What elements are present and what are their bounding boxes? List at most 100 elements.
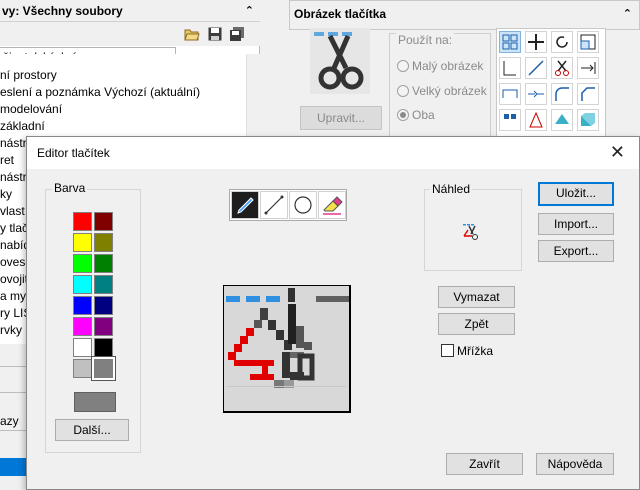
color-swatch[interactable] (73, 338, 92, 357)
grid-checkbox[interactable]: Mřížka (441, 344, 493, 358)
list-item[interactable]: základní (0, 119, 45, 133)
list-item[interactable]: modelování (0, 102, 62, 116)
radio-small-image[interactable]: Malý obrázek (397, 59, 483, 75)
color-swatch[interactable] (73, 359, 92, 378)
list-item[interactable]: vlast (0, 204, 25, 218)
line-icon[interactable] (525, 57, 547, 79)
move-icon[interactable] (525, 31, 547, 53)
footer-label: azy (0, 414, 19, 428)
radio-label: Malý obrázek (412, 59, 484, 73)
button-label: Další... (73, 423, 111, 437)
preview-image (463, 224, 478, 240)
button-label: Uložit... (555, 186, 596, 200)
divider (0, 366, 26, 367)
collapse-icon[interactable]: ⌃ (623, 7, 632, 20)
divider (0, 392, 26, 393)
color-swatch[interactable] (73, 212, 92, 231)
region-icon[interactable] (551, 109, 573, 131)
list-item[interactable]: eslení a poznámka Výchozí (aktuální) (0, 85, 200, 99)
close-icon[interactable]: ✕ (610, 143, 625, 161)
save-all-icon[interactable] (229, 26, 245, 42)
scissors-icon[interactable] (551, 57, 573, 79)
color-group-label: Barva (52, 181, 88, 195)
chamfer-icon[interactable] (577, 83, 599, 105)
panel-header: vy: Všechny soubory ⌃ (0, 0, 260, 22)
clear-button[interactable]: Vymazat (438, 286, 515, 308)
radio-icon (397, 60, 409, 72)
color-swatch[interactable] (73, 275, 92, 294)
color-swatch[interactable] (94, 254, 113, 273)
checkbox-label: Mřížka (457, 344, 493, 358)
button-label: Vymazat (453, 290, 500, 304)
checkbox-box (441, 344, 454, 357)
scale-icon[interactable] (577, 31, 599, 53)
selected-row-highlight (0, 458, 26, 476)
color-swatch[interactable] (94, 212, 113, 231)
group-label: Použít na: (396, 33, 455, 47)
button-label: Zpět (464, 317, 489, 331)
divider (0, 430, 26, 431)
button-label: Zavřít (469, 457, 500, 471)
list-item[interactable]: ky (0, 187, 12, 201)
line-icon[interactable] (260, 191, 288, 219)
color-swatch[interactable] (73, 317, 92, 336)
color-swatch[interactable] (94, 296, 113, 315)
preview-label: Náhled (430, 182, 473, 196)
color-swatch[interactable] (73, 254, 92, 273)
dialog-title: Editor tlačítek (37, 146, 110, 160)
extend-icon[interactable] (577, 57, 599, 79)
array-icon[interactable] (499, 109, 521, 131)
color-swatch[interactable] (73, 296, 92, 315)
save-button[interactable]: Uložit... (538, 182, 614, 206)
button-label: Nápověda (547, 457, 603, 471)
join-icon[interactable] (525, 83, 547, 105)
list-item[interactable]: nástr (0, 170, 27, 184)
list-item[interactable]: nástr (0, 136, 27, 150)
list-item[interactable]: rvky (0, 323, 22, 337)
fillet-icon[interactable] (551, 83, 573, 105)
list-item[interactable]: ní prostory (0, 68, 57, 82)
pixel-editor-canvas[interactable] (223, 285, 351, 413)
undo-button[interactable]: Zpět (438, 313, 515, 335)
rotate-icon[interactable] (551, 31, 573, 53)
button-label: Import... (553, 217, 598, 231)
radio-both[interactable]: Oba (397, 108, 435, 124)
color-swatch[interactable] (94, 317, 113, 336)
collapse-icon[interactable]: ⌃ (245, 4, 254, 17)
panel-title: Obrázek tlačítka (294, 7, 387, 21)
current-color (74, 392, 116, 412)
button-editor-dialog: Editor tlačítek ✕ Barva Další... Náhled … (26, 136, 640, 490)
trim-icon[interactable] (499, 57, 521, 79)
more-colors-button[interactable]: Další... (55, 419, 129, 441)
open-folder-icon[interactable] (184, 26, 200, 42)
solid-icon[interactable] (577, 109, 599, 131)
dialog-titlebar: Editor tlačítek ✕ (27, 137, 639, 169)
color-swatch[interactable] (94, 275, 113, 294)
color-swatch[interactable] (94, 233, 113, 252)
import-button[interactable]: Import... (538, 213, 614, 235)
save-icon[interactable] (207, 26, 223, 42)
button-image-panel: Obrázek tlačítka ⌃ Upravit... Použít na:… (288, 0, 640, 138)
list-item[interactable]: y tlač (0, 221, 28, 235)
radio-icon (397, 85, 409, 97)
color-swatch[interactable] (92, 357, 115, 380)
pencil-icon[interactable] (231, 191, 259, 219)
close-button[interactable]: Zavřít (446, 453, 523, 475)
radio-label: Velký obrázek (412, 84, 487, 98)
break-icon[interactable] (499, 83, 521, 105)
color-swatch[interactable] (73, 233, 92, 252)
panel-title: vy: Všechny soubory (2, 4, 123, 18)
help-button[interactable]: Nápověda (536, 453, 614, 475)
drawing-tools (229, 189, 347, 221)
eraser-icon[interactable] (318, 191, 346, 219)
grid-icon[interactable] (499, 31, 521, 53)
explode-icon[interactable] (525, 109, 547, 131)
export-button[interactable]: Export... (538, 240, 614, 262)
color-swatch[interactable] (94, 338, 113, 357)
edit-button[interactable]: Upravit... (300, 106, 382, 130)
list-item[interactable]: ret (0, 153, 14, 167)
radio-large-image[interactable]: Velký obrázek (397, 84, 487, 100)
button-image-preview (310, 28, 370, 94)
circle-icon[interactable] (289, 191, 317, 219)
panel-toolbar: živatelských úprav ⌄ (0, 22, 260, 66)
